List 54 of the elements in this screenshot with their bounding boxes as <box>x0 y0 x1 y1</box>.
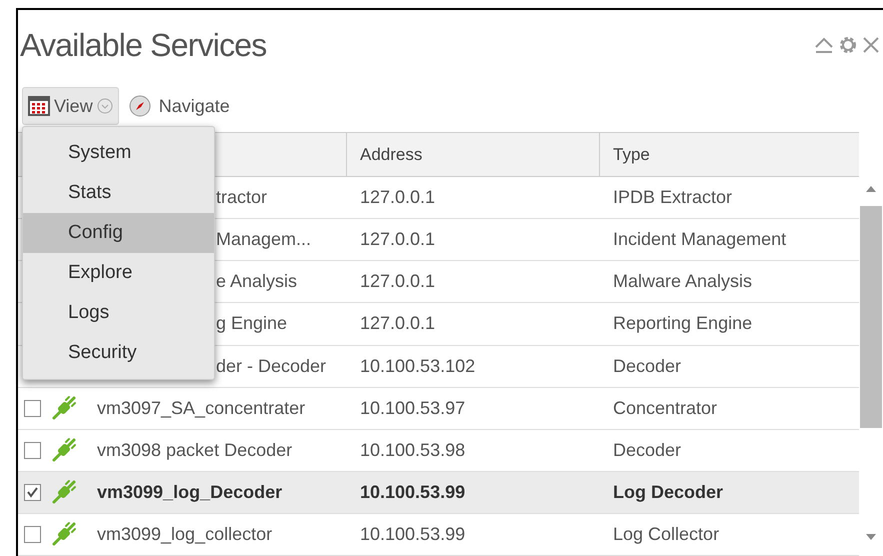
plug-icon <box>51 437 77 464</box>
view-button[interactable]: View <box>22 87 119 125</box>
plug-icon <box>51 479 77 506</box>
service-name: vm3097_SA_concentrater <box>96 396 306 420</box>
settings-icon[interactable] <box>837 34 859 56</box>
address-cell: 127.0.0.1 <box>360 313 436 334</box>
row-checkbox[interactable] <box>24 400 41 417</box>
service-name: e Analysis <box>216 270 298 294</box>
service-name: der - Decoder <box>216 354 326 378</box>
table-row[interactable]: vm3099_log_collector 10.100.53.99 Log Collector <box>18 514 859 556</box>
check-icon <box>26 486 39 499</box>
address-cell: 10.100.53.98 <box>360 440 466 460</box>
address-cell: 127.0.0.1 <box>360 187 436 208</box>
service-name: g Engine <box>216 312 288 336</box>
scroll-thumb[interactable] <box>860 206 882 428</box>
type-cell: Log Collector <box>613 524 720 544</box>
type-cell: Reporting Engine <box>613 313 752 334</box>
plug-icon <box>51 395 77 422</box>
row-checkbox[interactable] <box>24 442 41 459</box>
table-row[interactable]: vm3097_SA_concentrater 10.100.53.97 Concentrator <box>18 388 859 430</box>
menu-item[interactable]: Config <box>23 213 214 253</box>
service-name: tractor <box>216 186 268 210</box>
service-name: vm3098 packet Decoder <box>96 438 292 462</box>
address-cell: 10.100.53.97 <box>360 398 466 418</box>
service-name: vm3099_log_collector <box>96 522 272 546</box>
column-header[interactable]: Type <box>600 133 859 176</box>
panel-title: Available Services <box>20 26 266 65</box>
type-cell: Decoder <box>613 356 682 376</box>
scroll-down-icon[interactable] <box>865 532 877 542</box>
chevron-down-icon <box>96 98 113 114</box>
address-cell: 10.100.53.99 <box>360 524 466 544</box>
service-name: vm3099_log_Decoder <box>96 480 282 504</box>
type-cell: Log Decoder <box>613 482 724 502</box>
row-checkbox[interactable] <box>24 484 41 501</box>
compass-icon <box>128 95 151 117</box>
table-row[interactable]: vm3099_log_Decoder 10.100.53.99 Log Decoder <box>18 472 859 514</box>
address-cell: 127.0.0.1 <box>360 229 436 250</box>
address-cell: 127.0.0.1 <box>360 271 436 292</box>
type-cell: Concentrator <box>613 398 718 418</box>
type-cell: Decoder <box>613 440 682 460</box>
grid-icon <box>28 96 50 116</box>
address-cell: 10.100.53.99 <box>360 482 466 502</box>
service-name: Managem... <box>216 228 312 252</box>
type-cell: IPDB Extractor <box>613 187 732 208</box>
address-cell: 10.100.53.102 <box>360 356 476 376</box>
row-checkbox[interactable] <box>24 526 41 543</box>
type-cell: Malware Analysis <box>613 271 752 292</box>
column-header[interactable]: Address <box>347 133 600 176</box>
navigate-button[interactable]: Navigate <box>128 92 230 120</box>
plug-icon <box>51 521 77 548</box>
close-icon[interactable] <box>861 35 881 55</box>
menu-item[interactable]: System <box>23 133 214 173</box>
scroll-up-icon[interactable] <box>865 184 877 194</box>
type-cell: Incident Management <box>613 229 786 250</box>
